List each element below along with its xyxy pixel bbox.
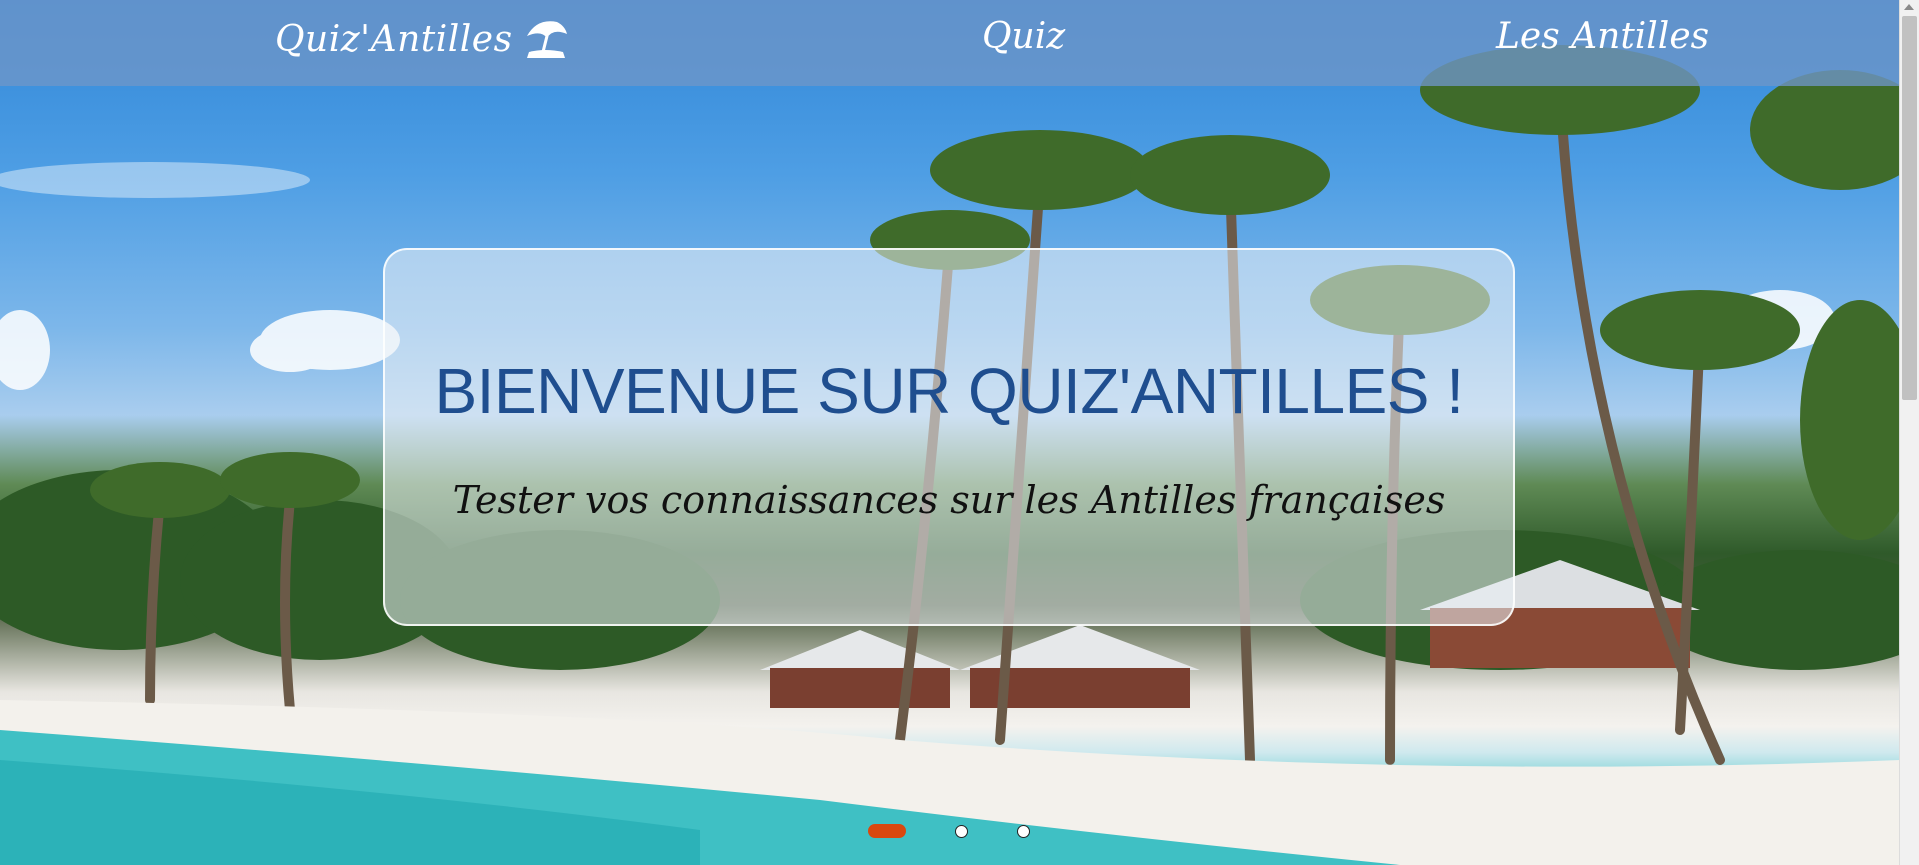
carousel-dot-2[interactable] — [955, 825, 968, 838]
nav-link-quiz[interactable]: Quiz — [982, 16, 1065, 57]
vertical-scrollbar[interactable] — [1899, 0, 1919, 865]
beach-umbrella-icon — [523, 16, 569, 63]
navbar: Quiz'Antilles Quiz Les Antilles — [0, 0, 1900, 86]
carousel-dot-1[interactable] — [868, 824, 906, 838]
nav-link-les-antilles[interactable]: Les Antilles — [1496, 16, 1709, 57]
page: Quiz'Antilles Quiz Les Antilles BIENVENU… — [0, 0, 1919, 865]
carousel-indicators — [0, 824, 1900, 840]
welcome-title: BIENVENUE SUR QUIZ'ANTILLES ! — [434, 355, 1464, 427]
carousel-dot-3[interactable] — [1017, 825, 1030, 838]
welcome-subtitle: Tester vos connaissances sur les Antille… — [452, 478, 1446, 522]
scroll-up-arrow-icon[interactable] — [1904, 4, 1914, 10]
welcome-card: BIENVENUE SUR QUIZ'ANTILLES ! Tester vos… — [383, 248, 1515, 626]
brand-label: Quiz'Antilles — [275, 19, 513, 60]
scrollbar-thumb[interactable] — [1902, 16, 1917, 400]
brand-link[interactable]: Quiz'Antilles — [275, 16, 569, 63]
